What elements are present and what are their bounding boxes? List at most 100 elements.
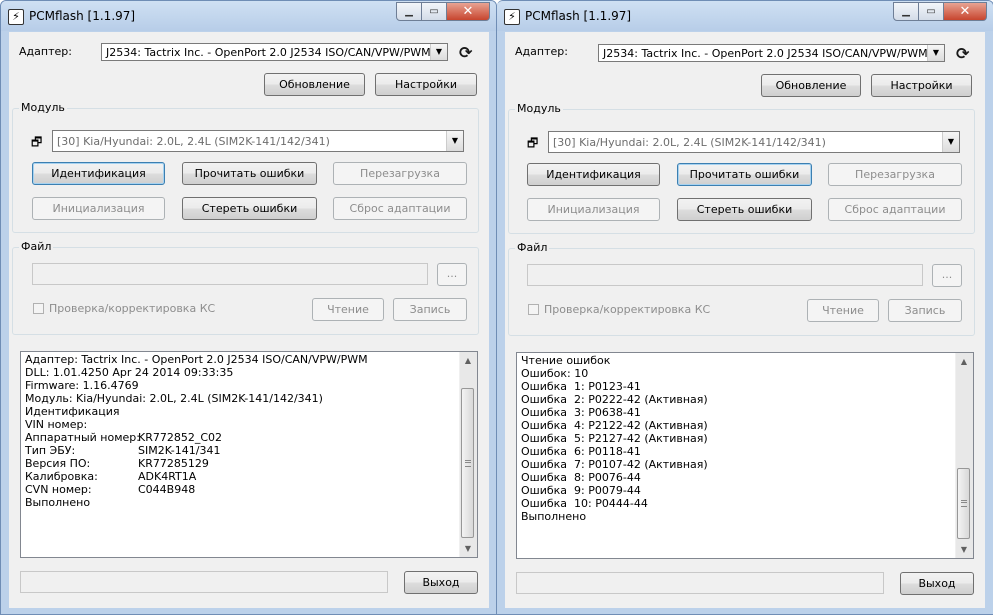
module-group-title: Модуль [515, 102, 563, 115]
log-line: Версия ПО: KR77285129 [25, 457, 209, 470]
log-line: Ошибка 2: P0222-42 (Активная) [521, 393, 708, 406]
log-panel[interactable]: Адаптер: Tactrix Inc. - OpenPort 2.0 J25… [20, 351, 478, 558]
settings-button[interactable]: Настройки [375, 73, 477, 96]
browse-button[interactable]: ... [437, 263, 467, 286]
file-group: Файл [508, 241, 975, 336]
window-icon[interactable]: 🗗 [31, 133, 42, 154]
chevron-down-icon: ▼ [430, 44, 447, 60]
exit-button[interactable]: Выход [404, 571, 478, 594]
browse-button[interactable]: ... [932, 264, 962, 287]
minimize-button[interactable]: ▁ [396, 2, 422, 21]
pcmflash-window-right: ⚡ PCMflash [1.1.97] ▁ ▭ ✕ Адаптер: J2534… [497, 0, 993, 615]
read-button[interactable]: Чтение [807, 299, 879, 322]
read-button[interactable]: Чтение [312, 298, 384, 321]
file-group-title: Файл [515, 241, 550, 254]
log-line: Идентификация [25, 405, 120, 418]
module-value: [30] Kia/Hyundai: 2.0L, 2.4L (SIM2K-141/… [57, 135, 330, 148]
reboot-button[interactable]: Перезагрузка [828, 163, 962, 186]
scroll-up-icon[interactable]: ▲ [956, 353, 972, 370]
log-panel[interactable]: Чтение ошибок Ошибок: 10 Ошибка 1: P0123… [516, 352, 974, 559]
file-group-title: Файл [19, 240, 54, 253]
log-line: Выполнено [521, 510, 587, 523]
adapter-value: J2534: Tactrix Inc. - OpenPort 2.0 J2534… [106, 46, 431, 59]
title-bar[interactable]: ⚡ PCMflash [1.1.97] ▁ ▭ ✕ [497, 1, 993, 31]
window-icon[interactable]: 🗗 [527, 134, 538, 155]
log-text: Адаптер: Tactrix Inc. - OpenPort 2.0 J25… [25, 353, 368, 509]
close-icon: ✕ [462, 4, 474, 19]
log-line: Калибровка: ADK4RT1A [25, 470, 197, 483]
clear-errors-button[interactable]: Стереть ошибки [182, 197, 317, 220]
module-select[interactable]: [30] Kia/Hyundai: 2.0L, 2.4L (SIM2K-141/… [548, 131, 960, 153]
log-line: Ошибок: 10 [521, 367, 589, 380]
chevron-down-icon: ▼ [446, 131, 463, 151]
title-bar[interactable]: ⚡ PCMflash [1.1.97] ▁ ▭ ✕ [1, 1, 496, 31]
module-group-title: Модуль [19, 101, 67, 114]
maximize-button[interactable]: ▭ [422, 2, 447, 21]
close-button[interactable]: ✕ [447, 2, 490, 21]
maximize-icon: ▭ [429, 6, 439, 17]
settings-button[interactable]: Настройки [871, 74, 972, 97]
read-errors-button[interactable]: Прочитать ошибки [677, 163, 812, 186]
file-path-field[interactable] [32, 263, 428, 285]
chevron-down-icon: ▼ [942, 132, 959, 152]
status-bar [516, 572, 884, 594]
refresh-icon[interactable]: ⟳ [956, 44, 969, 63]
chevron-down-icon: ▼ [927, 45, 944, 61]
reset-adapt-button[interactable]: Сброс адаптации [828, 198, 962, 221]
log-line: Ошибка 1: P0123-41 [521, 380, 641, 393]
log-line: CVN номер: C044B948 [25, 483, 196, 496]
minimize-button[interactable]: ▁ [893, 2, 919, 21]
scroll-thumb[interactable] [957, 468, 970, 539]
exit-button[interactable]: Выход [900, 572, 974, 595]
log-scrollbar[interactable]: ▲ ▼ [459, 352, 477, 557]
reset-adapt-button[interactable]: Сброс адаптации [333, 197, 467, 220]
log-line: Аппаратный номер:KR772852_C02 [25, 431, 223, 444]
write-button[interactable]: Запись [393, 298, 467, 321]
file-path-field[interactable] [527, 264, 923, 286]
write-button[interactable]: Запись [888, 299, 962, 322]
window-title: PCMflash [1.1.97] [525, 9, 632, 23]
scroll-thumb[interactable] [461, 388, 474, 538]
maximize-button[interactable]: ▭ [919, 2, 944, 21]
log-line: Ошибка 8: P0076-44 [521, 471, 641, 484]
log-line: Чтение ошибок [521, 354, 611, 367]
log-scrollbar[interactable]: ▲ ▼ [955, 353, 973, 558]
log-line: DLL: 1.01.4250 Apr 24 2014 09:33:35 [25, 366, 234, 379]
log-line: Модуль: Kia/Hyundai: 2.0L, 2.4L (SIM2K-1… [25, 392, 323, 405]
status-bar [20, 571, 388, 593]
update-button[interactable]: Обновление [264, 73, 365, 96]
close-button[interactable]: ✕ [944, 2, 987, 21]
window-title: PCMflash [1.1.97] [29, 9, 136, 23]
init-button[interactable]: Инициализация [32, 197, 165, 220]
minimize-icon: ▁ [902, 6, 910, 17]
scroll-up-icon[interactable]: ▲ [460, 352, 476, 369]
file-group: Файл [12, 240, 479, 335]
log-line: Ошибка 5: P2127-42 (Активная) [521, 432, 708, 445]
scroll-down-icon[interactable]: ▼ [460, 540, 476, 557]
scroll-down-icon[interactable]: ▼ [956, 541, 972, 558]
adapter-select[interactable]: J2534: Tactrix Inc. - OpenPort 2.0 J2534… [598, 44, 945, 62]
adapter-label: Адаптер: [19, 45, 72, 58]
reboot-button[interactable]: Перезагрузка [333, 162, 467, 185]
checksum-checkbox[interactable] [528, 304, 539, 315]
checksum-label: Проверка/корректировка КС [544, 303, 711, 316]
clear-errors-button[interactable]: Стереть ошибки [677, 198, 812, 221]
update-button[interactable]: Обновление [761, 74, 861, 97]
lightning-icon: ⚡ [8, 9, 24, 25]
log-line: Ошибка 6: P0118-41 [521, 445, 641, 458]
adapter-select[interactable]: J2534: Tactrix Inc. - OpenPort 2.0 J2534… [101, 43, 448, 61]
pcmflash-window-left: ⚡ PCMflash [1.1.97] ▁ ▭ ✕ Адаптер: J2534… [0, 0, 497, 615]
identify-button[interactable]: Идентификация [527, 163, 660, 186]
checksum-checkbox[interactable] [33, 303, 44, 314]
close-icon: ✕ [959, 4, 971, 19]
module-select[interactable]: [30] Kia/Hyundai: 2.0L, 2.4L (SIM2K-141/… [52, 130, 464, 152]
maximize-icon: ▭ [926, 6, 936, 17]
init-button[interactable]: Инициализация [527, 198, 660, 221]
refresh-icon[interactable]: ⟳ [459, 43, 472, 62]
identify-button[interactable]: Идентификация [32, 162, 165, 185]
log-line: Ошибка 7: P0107-42 (Активная) [521, 458, 708, 471]
read-errors-button[interactable]: Прочитать ошибки [182, 162, 317, 185]
client-area: Адаптер: J2534: Tactrix Inc. - OpenPort … [9, 32, 489, 608]
log-line: Ошибка 3: P0638-41 [521, 406, 641, 419]
adapter-value: J2534: Tactrix Inc. - OpenPort 2.0 J2534… [603, 47, 928, 60]
